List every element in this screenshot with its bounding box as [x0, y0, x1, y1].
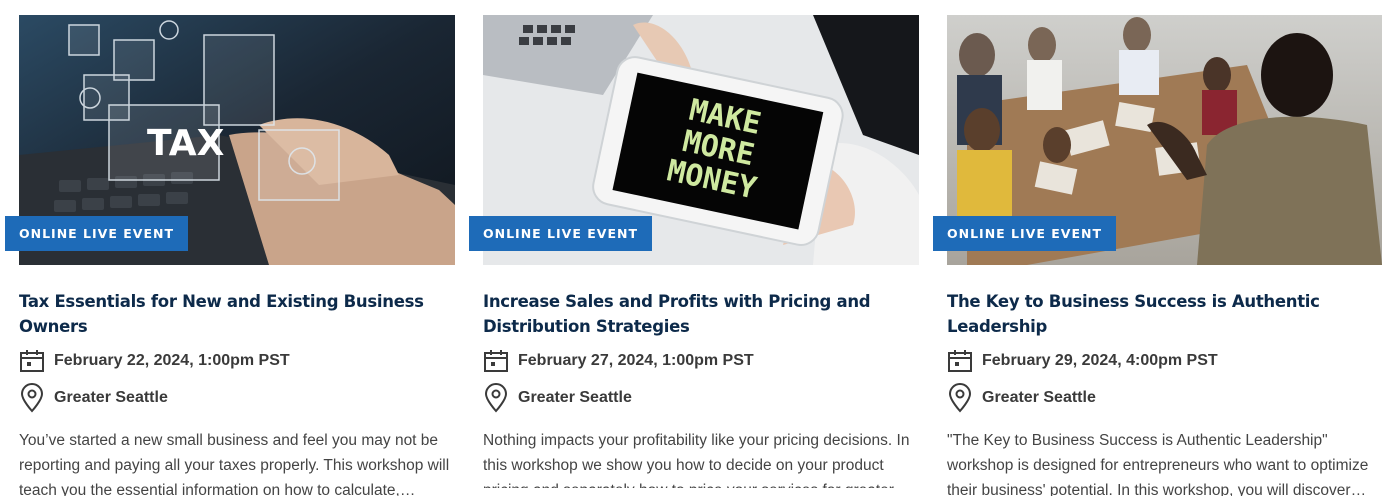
event-title[interactable]: The Key to Business Success is Authentic… — [947, 289, 1382, 339]
event-description: Nothing impacts your profitability like … — [483, 432, 910, 488]
event-card[interactable]: TAX ONLINE LIVE EVENT Tax Essentials for… — [5, 15, 455, 496]
event-type-badge: ONLINE LIVE EVENT — [5, 216, 188, 251]
event-type-badge: ONLINE LIVE EVENT — [933, 216, 1116, 251]
event-date: February 22, 2024, 1:00pm PST — [54, 352, 290, 369]
event-description: You’ve started a new small business and … — [19, 432, 450, 496]
event-image-make-more-money[interactable]: MAKE MORE MONEY ONLINE LIVE EVENT — [469, 15, 919, 265]
event-image-tax[interactable]: TAX ONLINE LIVE EVENT — [5, 15, 455, 265]
calendar-icon — [483, 346, 511, 376]
event-location: Greater Seattle — [54, 389, 168, 406]
map-pin-icon — [947, 383, 975, 413]
event-location-row: Greater Seattle — [947, 382, 1382, 414]
event-location: Greater Seattle — [518, 389, 632, 406]
event-title[interactable]: Tax Essentials for New and Existing Busi… — [19, 289, 455, 339]
calendar-icon — [19, 346, 47, 376]
event-date: February 29, 2024, 4:00pm PST — [982, 352, 1218, 369]
event-date-row: February 27, 2024, 1:00pm PST — [483, 345, 919, 377]
event-card[interactable]: MAKE MORE MONEY ONLINE LIVE EVENT Increa… — [469, 15, 919, 488]
image-tax-text: TAX — [147, 123, 225, 164]
calendar-icon — [947, 346, 975, 376]
event-type-badge: ONLINE LIVE EVENT — [469, 216, 652, 251]
event-image-leadership[interactable]: ONLINE LIVE EVENT — [933, 15, 1382, 265]
map-pin-icon — [19, 383, 47, 413]
event-location-row: Greater Seattle — [19, 382, 455, 414]
map-pin-icon — [483, 383, 511, 413]
event-date: February 27, 2024, 1:00pm PST — [518, 352, 754, 369]
event-location: Greater Seattle — [982, 389, 1096, 406]
event-title[interactable]: Increase Sales and Profits with Pricing … — [483, 289, 919, 339]
event-description: "The Key to Business Success is Authenti… — [947, 432, 1369, 496]
event-date-row: February 29, 2024, 4:00pm PST — [947, 345, 1382, 377]
event-date-row: February 22, 2024, 1:00pm PST — [19, 345, 455, 377]
event-card[interactable]: ONLINE LIVE EVENT The Key to Business Su… — [933, 15, 1382, 496]
event-location-row: Greater Seattle — [483, 382, 919, 414]
